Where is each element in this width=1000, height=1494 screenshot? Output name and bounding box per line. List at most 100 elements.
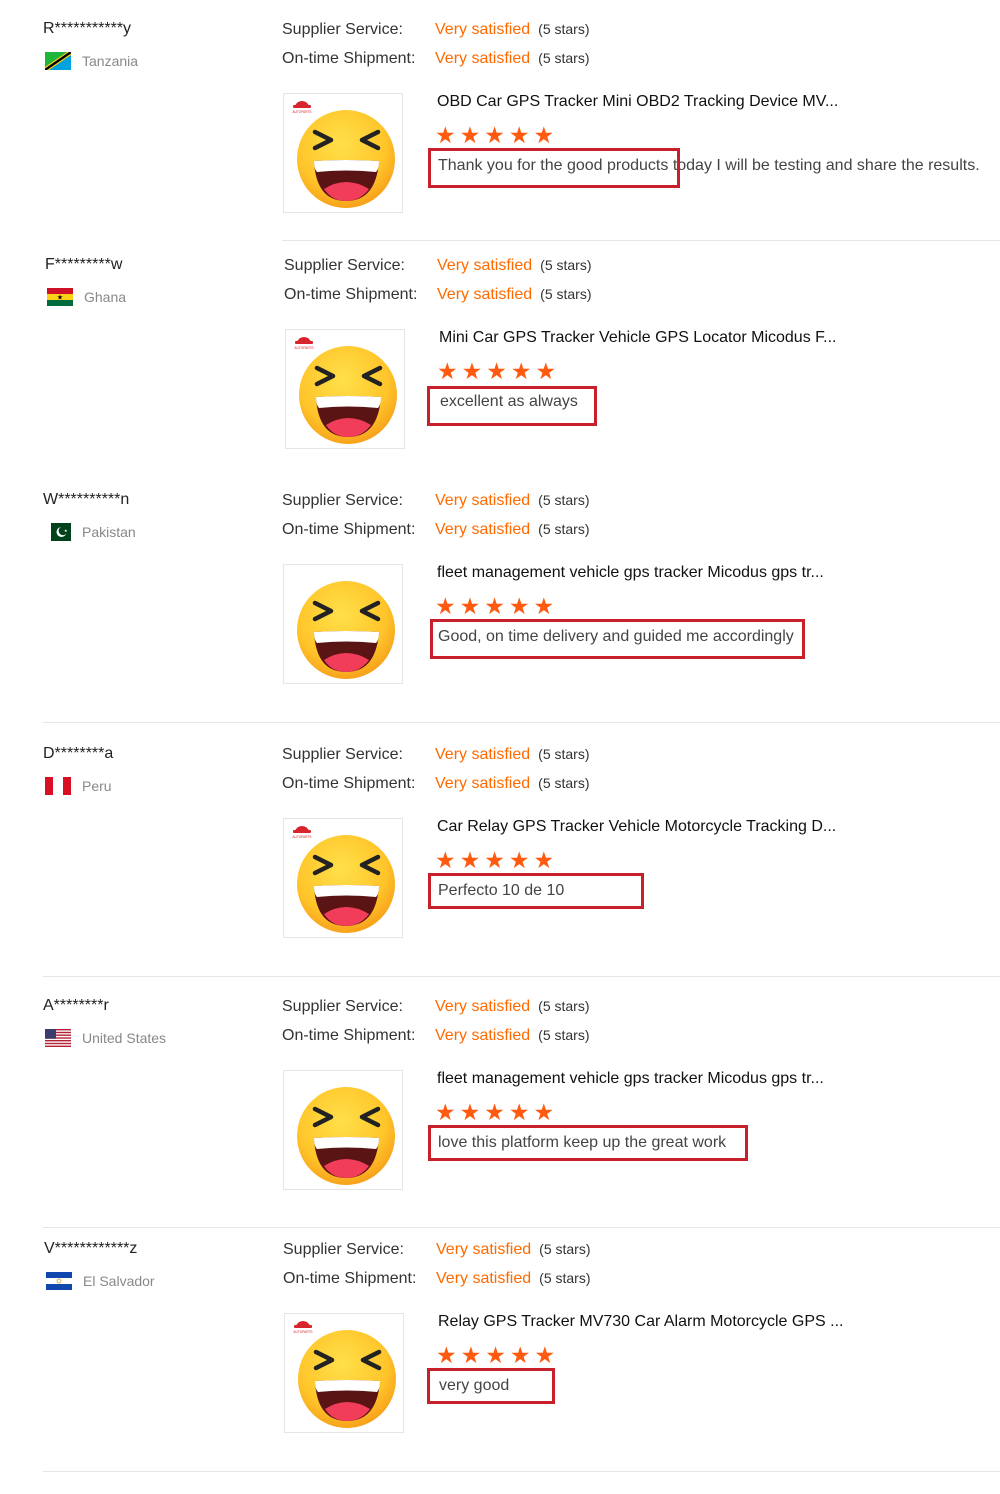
star-icon: ★ <box>484 847 505 873</box>
ontime-shipment-rating: On-time Shipment: Very satisfied (5 stars) <box>282 1027 590 1045</box>
supplier-service-value: Very satisfied <box>435 492 531 509</box>
ontime-shipment-rating: On-time Shipment: Very satisfied (5 stars) <box>282 50 590 68</box>
ontime-shipment-stars-text: (5 stars) <box>538 775 590 791</box>
product-title-link[interactable]: OBD Car GPS Tracker Mini OBD2 Tracking D… <box>437 93 838 111</box>
supplier-service-value: Very satisfied <box>436 1241 532 1258</box>
product-title-link[interactable]: Relay GPS Tracker MV730 Car Alarm Motorc… <box>438 1313 843 1331</box>
star-icon: ★ <box>435 122 456 148</box>
supplier-service-stars-text: (5 stars) <box>539 1241 591 1257</box>
review-item: A********r United States Supplier Service:… <box>0 977 1000 1228</box>
review-divider <box>43 1471 1000 1472</box>
star-icon: ★ <box>437 358 458 384</box>
supplier-service-rating: Supplier Service: Very satisfied (5 stars) <box>283 1241 591 1259</box>
star-rating: ★ ★ ★ ★ ★ <box>436 1343 555 1367</box>
product-thumbnail[interactable]: AUTOPARTS <box>284 1313 404 1433</box>
ontime-shipment-value: Very satisfied <box>437 286 533 303</box>
product-thumbnail[interactable] <box>283 564 403 684</box>
laughing-emoji-icon <box>298 345 398 450</box>
product-thumbnail[interactable]: AUTOPARTS <box>283 93 403 213</box>
peru-flag-icon <box>45 777 71 795</box>
comment-highlight-box <box>427 386 597 426</box>
buyer-name: V************z <box>44 1240 138 1257</box>
star-icon: ★ <box>508 1099 530 1125</box>
supplier-service-label: Supplier Service: <box>282 492 403 509</box>
supplier-service-stars-text: (5 stars) <box>538 492 590 508</box>
country-name: United States <box>82 1030 167 1046</box>
country-name: Peru <box>82 778 112 794</box>
star-icon: ★ <box>459 122 481 148</box>
star-icon: ★ <box>459 593 481 619</box>
supplier-service-stars-text: (5 stars) <box>538 746 590 762</box>
laughing-emoji-icon <box>296 109 396 214</box>
star-icon: ★ <box>459 1099 481 1125</box>
supplier-service-rating: Supplier Service: Very satisfied (5 stars) <box>282 21 590 39</box>
product-thumbnail[interactable] <box>283 1070 403 1190</box>
country-name: Ghana <box>84 289 127 305</box>
supplier-service-label: Supplier Service: <box>282 998 403 1015</box>
pakistan-flag-icon: ★ <box>45 523 71 541</box>
star-icon: ★ <box>508 593 530 619</box>
country-name: El Salvador <box>83 1273 155 1289</box>
ontime-shipment-label: On-time Shipment: <box>284 286 418 303</box>
ontime-shipment-value: Very satisfied <box>435 50 531 67</box>
star-icon: ★ <box>486 358 507 384</box>
ontime-shipment-rating: On-time Shipment: Very satisfied (5 stars) <box>282 521 590 539</box>
ontime-shipment-rating: On-time Shipment: Very satisfied (5 stars) <box>284 286 592 304</box>
supplier-service-label: Supplier Service: <box>282 21 403 38</box>
comment-highlight-box <box>428 148 680 188</box>
review-item: W**********n ★ Pakistan Supplier Service: Ve… <box>0 471 1000 723</box>
star-icon: ★ <box>459 847 481 873</box>
product-title-link[interactable]: fleet management vehicle gps tracker Mic… <box>437 1070 824 1088</box>
star-icon: ★ <box>534 1342 556 1368</box>
buyer-country: Tanzania <box>45 51 138 71</box>
laughing-emoji-icon <box>296 580 396 685</box>
supplier-service-rating: Supplier Service: Very satisfied (5 stars) <box>282 998 590 1016</box>
product-thumbnail[interactable]: AUTOPARTS <box>285 329 405 449</box>
product-title-link[interactable]: Car Relay GPS Tracker Vehicle Motorcycle… <box>437 818 836 836</box>
ontime-shipment-stars-text: (5 stars) <box>539 1270 591 1286</box>
buyer-country: ★ Ghana <box>47 287 126 307</box>
ontime-shipment-value: Very satisfied <box>436 1270 532 1287</box>
star-icon: ★ <box>461 358 483 384</box>
supplier-service-value: Very satisfied <box>435 21 531 38</box>
product-title-link[interactable]: Mini Car GPS Tracker Vehicle GPS Locator… <box>439 329 836 347</box>
star-icon: ★ <box>508 847 530 873</box>
supplier-service-rating: Supplier Service: Very satisfied (5 stars) <box>282 492 590 510</box>
buyer-name: D********a <box>43 745 114 762</box>
supplier-service-value: Very satisfied <box>435 998 531 1015</box>
review-divider <box>43 722 1000 723</box>
review-item: R***********y Tanzania Supplier Service: Ve… <box>0 0 1000 241</box>
ontime-shipment-stars-text: (5 stars) <box>538 50 590 66</box>
buyer-name: R***********y <box>43 20 132 37</box>
supplier-service-value: Very satisfied <box>437 257 533 274</box>
comment-highlight-box <box>428 1125 748 1161</box>
star-rating: ★ ★ ★ ★ ★ <box>435 594 554 618</box>
supplier-service-value: Very satisfied <box>435 746 531 763</box>
ontime-shipment-label: On-time Shipment: <box>282 1027 416 1044</box>
buyer-country: El Salvador <box>46 1271 155 1291</box>
svg-text:★: ★ <box>64 528 68 533</box>
star-rating: ★ ★ ★ ★ ★ <box>435 848 554 872</box>
ontime-shipment-rating: On-time Shipment: Very satisfied (5 stars) <box>282 775 590 793</box>
ontime-shipment-label: On-time Shipment: <box>283 1270 417 1287</box>
ontime-shipment-value: Very satisfied <box>435 521 531 538</box>
review-item: V************z El Salvador Supplier Servic… <box>0 1220 1000 1472</box>
product-thumbnail[interactable]: AUTOPARTS <box>283 818 403 938</box>
product-title-link[interactable]: fleet management vehicle gps tracker Mic… <box>437 564 824 582</box>
country-name: Pakistan <box>82 524 136 540</box>
svg-text:★: ★ <box>57 294 63 302</box>
star-icon: ★ <box>533 847 555 873</box>
ontime-shipment-label: On-time Shipment: <box>282 50 416 67</box>
buyer-name: W**********n <box>43 491 130 508</box>
supplier-service-stars-text: (5 stars) <box>538 998 590 1014</box>
star-rating: ★ ★ ★ ★ ★ <box>435 123 554 147</box>
laughing-emoji-icon <box>297 1329 397 1434</box>
star-icon: ★ <box>484 122 505 148</box>
supplier-service-label: Supplier Service: <box>284 257 405 274</box>
ontime-shipment-stars-text: (5 stars) <box>538 1027 590 1043</box>
supplier-service-rating: Supplier Service: Very satisfied (5 stars) <box>284 257 592 275</box>
comment-highlight-box <box>430 619 805 659</box>
supplier-service-stars-text: (5 stars) <box>538 21 590 37</box>
comment-highlight-box <box>427 1368 555 1404</box>
united-states-flag-icon <box>45 1029 71 1047</box>
